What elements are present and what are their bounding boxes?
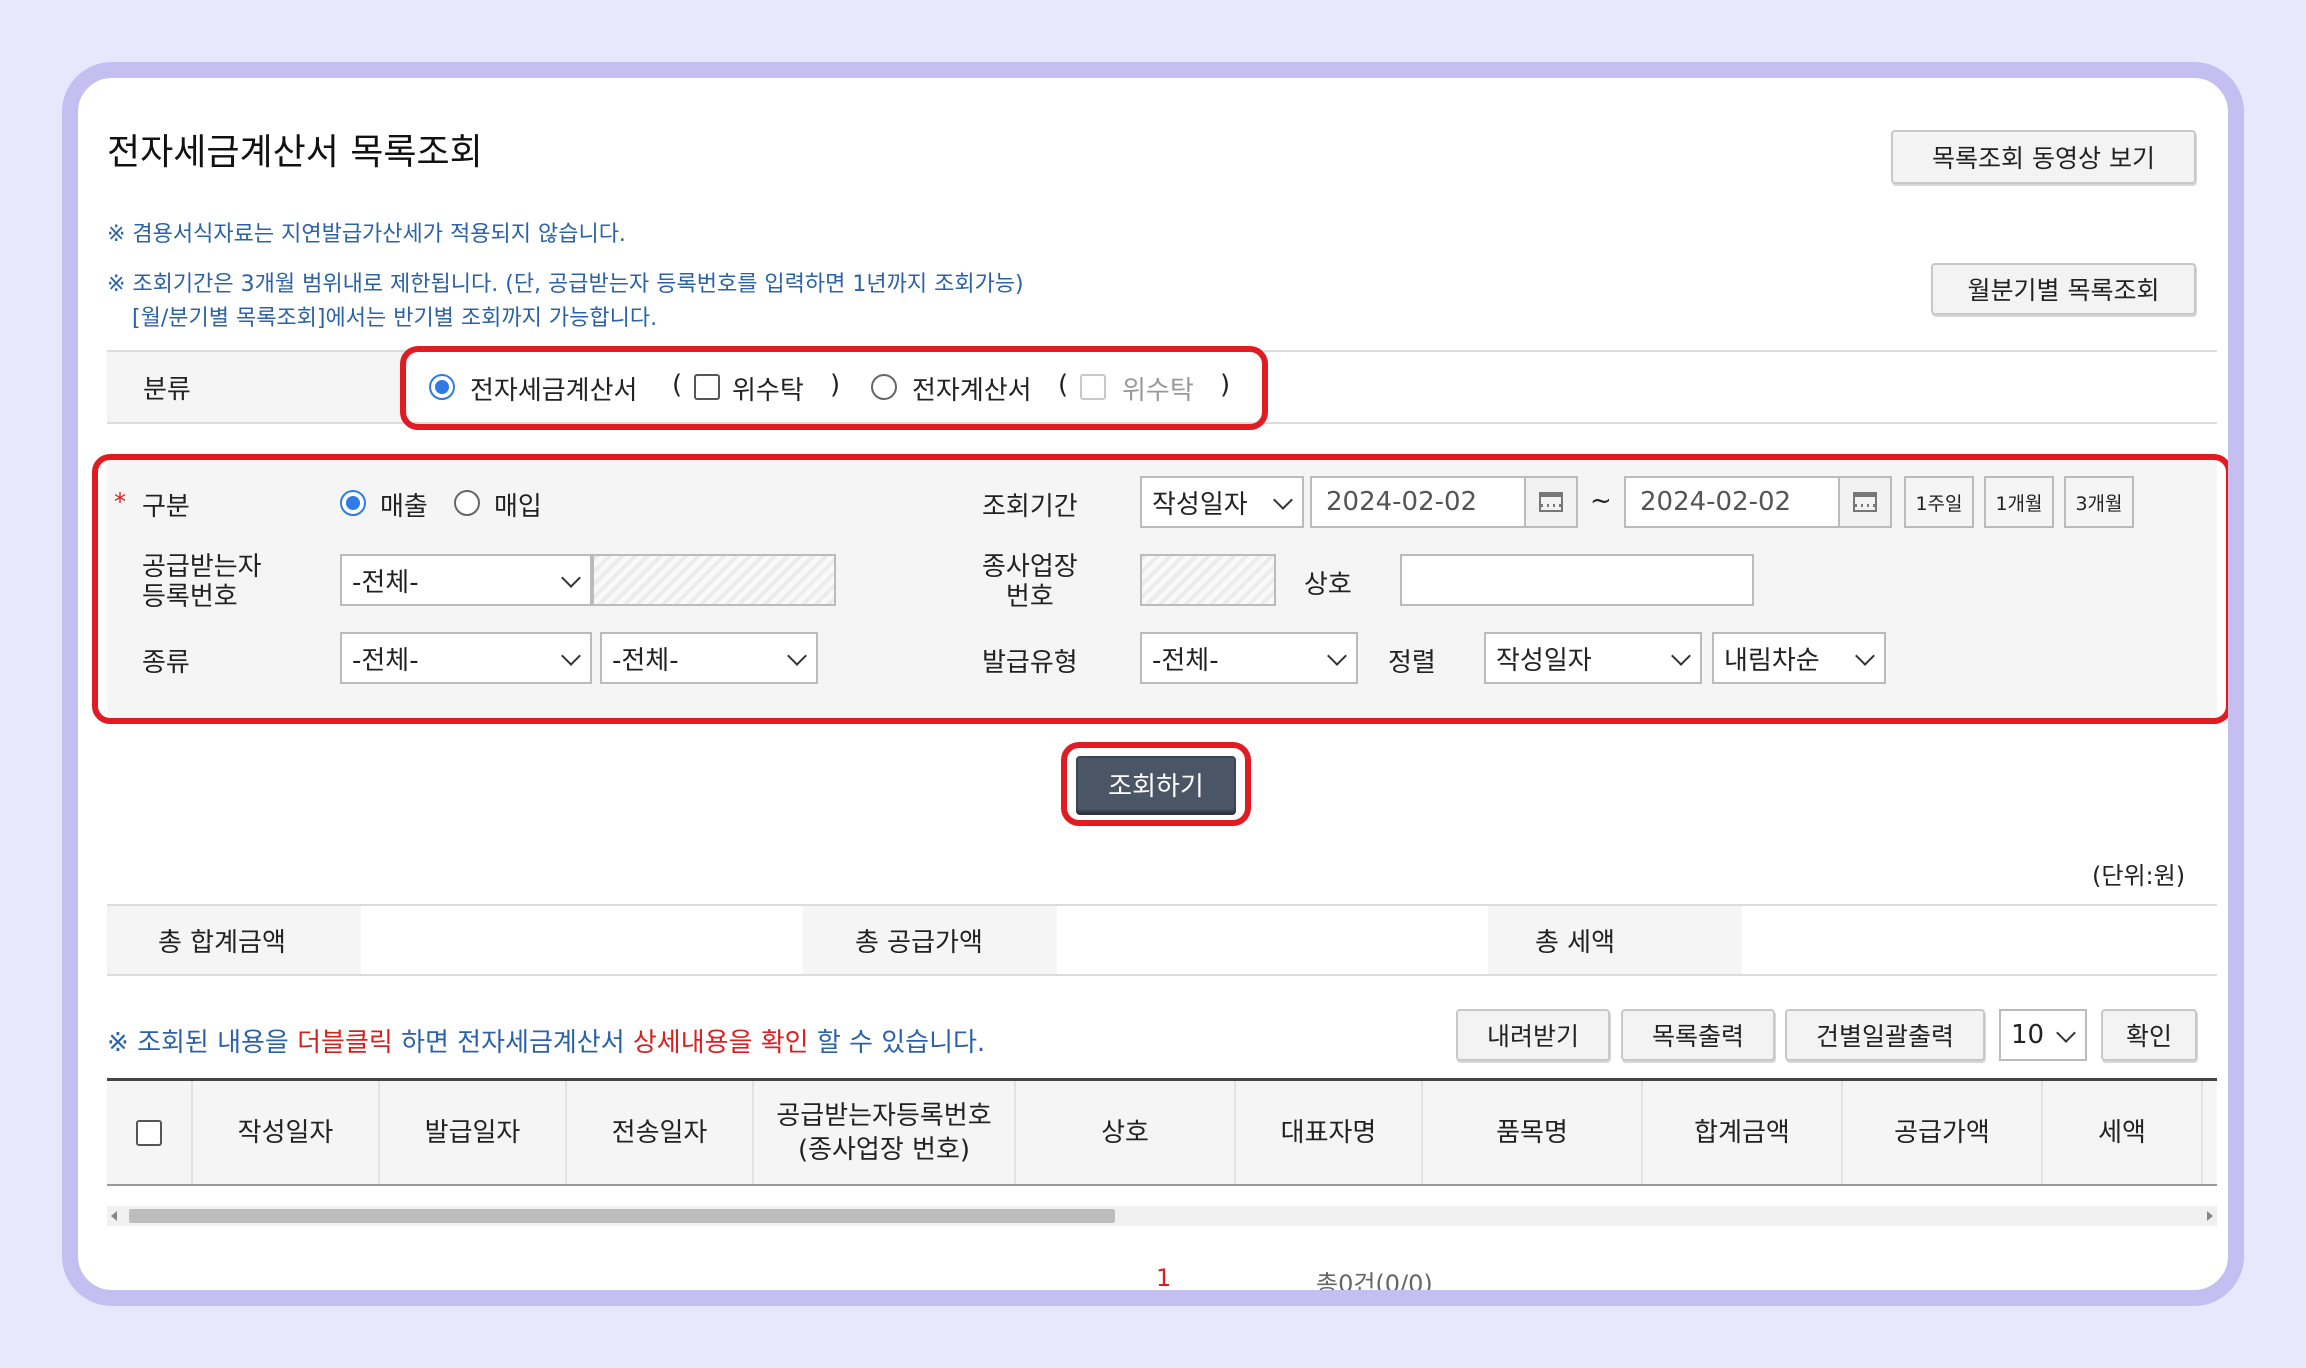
chevron-down-icon [2056, 1023, 2076, 1043]
col-buyer-reg-line1: 공급받는자등록번호 [776, 1100, 992, 1131]
col-write-date[interactable]: 작성일자 [193, 1081, 380, 1184]
page-size-select[interactable]: 10 [1999, 1009, 2087, 1061]
supply-amount-label: 총 공급가액 [855, 928, 983, 958]
col-issue-date[interactable]: 발급일자 [380, 1081, 567, 1184]
batch-print-button[interactable]: 건별일괄출력 [1785, 1009, 1985, 1061]
info-text-5: 할 수 있습니다. [816, 1028, 986, 1058]
highlight-category [400, 346, 1268, 430]
table-header: 작성일자 발급일자 전송일자 공급받는자등록번호 (종사업장 번호) 상호 대표자… [107, 1078, 2217, 1186]
col-company[interactable]: 상호 [1016, 1081, 1236, 1184]
select-all-checkbox[interactable] [136, 1119, 162, 1146]
dblclick-info: ※ 조회된 내용을 더블클릭 하면 전자세금계산서 상세내용을 확인 할 수 있… [107, 1022, 985, 1059]
info-text-1: 조회된 내용을 [137, 1028, 289, 1058]
divider [107, 904, 2217, 906]
divider [107, 974, 2217, 976]
record-count: 총0건(0/0) [1316, 1270, 1433, 1298]
col-ceo-name[interactable]: 대표자명 [1236, 1081, 1423, 1184]
print-list-button[interactable]: 목록출력 [1621, 1009, 1775, 1061]
highlight-search-button [1061, 742, 1251, 826]
video-guide-button[interactable]: 목록조회 동영상 보기 [1891, 130, 2196, 184]
category-label: 분류 [143, 375, 191, 405]
highlight-search-form [92, 454, 2228, 724]
notice-line-1: ※ 겸용서식자료는 지연발급가산세가 적용되지 않습니다. [107, 222, 626, 247]
col-item-name[interactable]: 품목명 [1423, 1081, 1643, 1184]
info-text-3: 하면 전자세금계산서 [401, 1028, 625, 1058]
col-buyer-reg-line2: (종사업장 번호) [797, 1134, 971, 1165]
scrollbar-thumb[interactable] [129, 1209, 1115, 1223]
tax-amount-label: 총 세액 [1535, 928, 1616, 958]
page-title: 전자세금계산서 목록조회 [107, 132, 483, 173]
confirm-button[interactable]: 확인 [2101, 1009, 2197, 1061]
page-size-value: 10 [2011, 1020, 2045, 1050]
info-text-2: 더블클릭 [297, 1028, 393, 1058]
info-mark: ※ [107, 1028, 129, 1058]
col-supply-amount[interactable]: 공급가액 [1843, 1081, 2043, 1184]
col-buyer-reg[interactable]: 공급받는자등록번호 (종사업장 번호) [754, 1081, 1016, 1184]
col-send-date[interactable]: 전송일자 [567, 1081, 754, 1184]
col-total-amount[interactable]: 합계금액 [1643, 1081, 1843, 1184]
page-number[interactable]: 1 [1156, 1264, 1171, 1290]
horizontal-scrollbar[interactable] [107, 1206, 2217, 1226]
download-button[interactable]: 내려받기 [1456, 1009, 1610, 1061]
total-amount-label: 총 합계금액 [158, 928, 286, 958]
info-text-4: 상세내용을 확인 [632, 1028, 809, 1058]
monthly-list-button[interactable]: 월분기별 목록조회 [1931, 263, 2196, 315]
notice-line-2: ※ 조회기간은 3개월 범위내로 제한됩니다. (단, 공급받는자 등록번호를 … [107, 272, 1024, 297]
col-tax-amount[interactable]: 세액 [2043, 1081, 2203, 1184]
scroll-left-icon[interactable] [111, 1211, 117, 1221]
notice-line-3: [월/분기별 목록조회]에서는 반기별 조회까지 가능합니다. [132, 306, 658, 331]
unit-label: (단위:원) [2092, 862, 2186, 890]
scroll-right-icon[interactable] [2207, 1211, 2213, 1221]
main-panel: 전자세금계산서 목록조회 목록조회 동영상 보기 월분기별 목록조회 ※ 겸용서… [62, 62, 2244, 1306]
select-all-cell [107, 1081, 193, 1184]
